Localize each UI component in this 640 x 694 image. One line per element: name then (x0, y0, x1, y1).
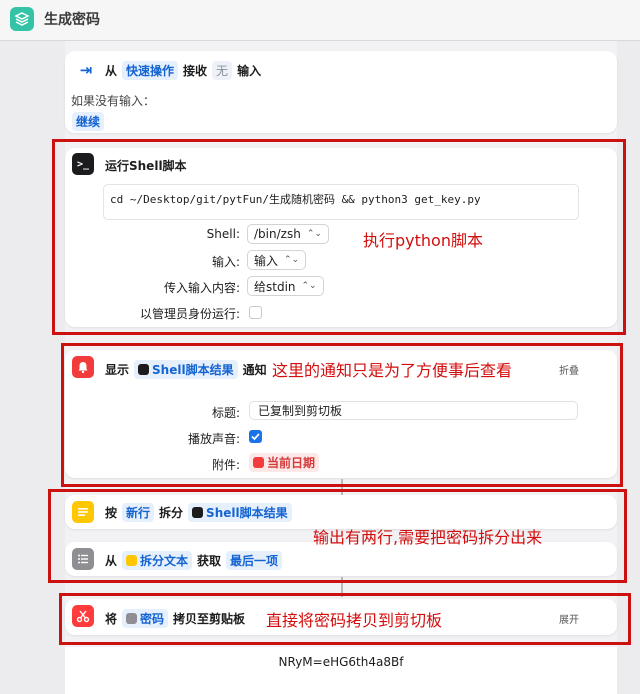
annotation-notify: 这里的通知只是为了方便事后查看 (272, 361, 513, 380)
title-bar: 生成密码 (0, 0, 640, 41)
layers-icon[interactable] (10, 7, 34, 31)
if-no-input-label: 如果没有输入： (71, 94, 156, 108)
receive-label: 接收 (183, 64, 208, 78)
output-text: NRyM=eHG6th4a8Bf (278, 655, 404, 669)
input-action-card[interactable]: ⇥ 从 快速操作 接收 无 输入 如果没有输入： 继续 (65, 51, 617, 133)
input-arrow-icon: ⇥ (79, 61, 93, 79)
continue-token[interactable]: 继续 (72, 112, 105, 131)
input-suffix: 输入 (237, 64, 262, 78)
source-token[interactable]: 快速操作 (122, 61, 179, 80)
input-prefix: 从 (105, 64, 118, 78)
window-title: 生成密码 (44, 12, 100, 28)
annotation-copy: 直接将密码拷贝到剪切板 (266, 611, 443, 630)
none-token[interactable]: 无 (212, 61, 233, 80)
annotation-split: 输出有两行,需要把密码拆分出来 (313, 528, 543, 547)
annotation-box-shell (52, 139, 626, 335)
annotation-run-python: 执行python脚本 (363, 231, 483, 250)
